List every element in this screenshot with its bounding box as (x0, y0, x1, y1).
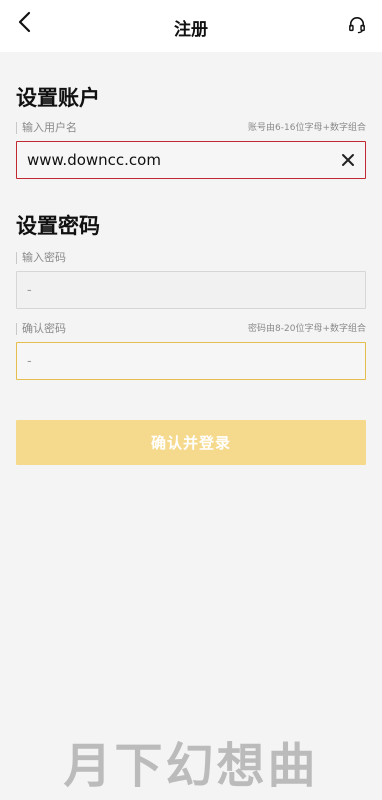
username-label: 输入用户名 (16, 122, 77, 134)
headset-icon[interactable] (348, 16, 366, 34)
password-input[interactable]: - (16, 271, 366, 309)
confirm-password-input[interactable]: - (16, 342, 366, 380)
password-section-title: 设置密码 (16, 214, 100, 238)
username-input[interactable]: www.downcc.com (16, 141, 366, 179)
watermark: 月下幻想曲 (63, 738, 319, 794)
confirm-password-placeholder[interactable]: - (27, 354, 355, 369)
confirm-login-button[interactable]: 确认并登录 (16, 420, 366, 465)
page-title: 注册 (174, 20, 208, 40)
account-section-title: 设置账户 (16, 86, 100, 110)
username-value[interactable]: www.downcc.com (27, 151, 341, 169)
confirm-password-label: 确认密码 (16, 323, 66, 335)
password-label: 输入密码 (16, 252, 66, 264)
close-icon[interactable] (341, 153, 355, 167)
confirm-password-hint: 密码由8-20位字母+数字组合 (248, 324, 366, 334)
username-hint: 账号由6-16位字母+数字组合 (248, 123, 366, 133)
password-placeholder[interactable]: - (27, 283, 355, 298)
top-bar: 注册 (0, 0, 382, 52)
